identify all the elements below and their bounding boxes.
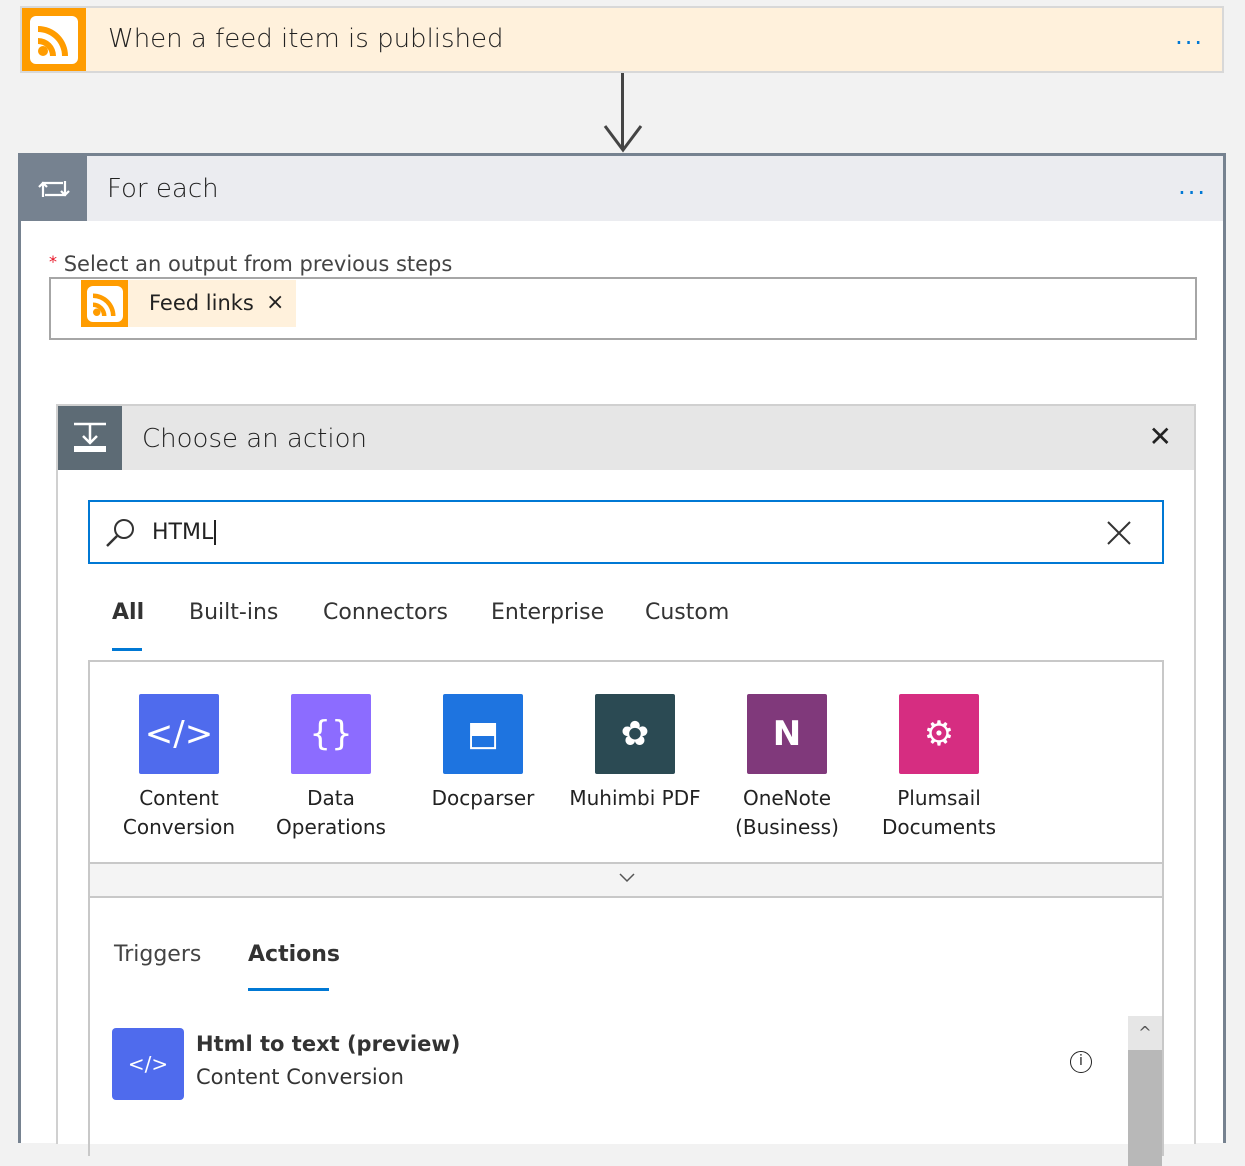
close-button[interactable]: ✕ — [1149, 420, 1172, 453]
foreach-title: For each — [107, 174, 219, 204]
token-remove-button[interactable]: × — [266, 290, 284, 315]
connector-label: OneNote — [742, 786, 832, 810]
connector-label: Plumsail — [897, 786, 981, 810]
connector-label: Documents — [881, 815, 997, 839]
results-area: Triggers Actions </> Html to text (previ… — [88, 896, 1164, 1166]
insert-step-icon — [58, 406, 122, 470]
action-item[interactable]: </> Html to text (preview) Content Conve… — [112, 1028, 1112, 1102]
tab-actions[interactable]: Actions — [248, 942, 340, 967]
rss-icon — [22, 8, 86, 71]
feed-links-token[interactable]: Feed links × — [81, 280, 296, 327]
connector-label: Muhimbi PDF — [569, 786, 701, 810]
connector-label: Conversion — [122, 815, 236, 839]
choose-action-panel: Choose an action ✕ HTML All Built-ins Co… — [56, 404, 1196, 1166]
scroll-up-icon[interactable]: ^ — [1128, 1016, 1162, 1050]
field-label: Select an output from previous steps — [63, 252, 453, 276]
tab-custom[interactable]: Custom — [645, 600, 729, 625]
required-marker: * — [49, 252, 57, 271]
rss-icon — [81, 280, 128, 327]
connector-label: Data — [307, 786, 355, 810]
search-input[interactable]: HTML — [88, 500, 1164, 564]
trigger-card[interactable]: When a feed item is published ... — [20, 6, 1224, 73]
token-label: Feed links — [149, 291, 254, 315]
search-icon — [106, 519, 134, 547]
content-conversion-icon: </> — [112, 1028, 184, 1100]
onenote-icon: N — [747, 694, 827, 774]
arrow-head-icon — [603, 125, 643, 153]
trigger-more-button[interactable]: ... — [1175, 22, 1204, 50]
connector-content-conversion[interactable]: </> Content Conversion — [103, 694, 255, 842]
tab-enterprise[interactable]: Enterprise — [491, 600, 604, 625]
action-subtitle: Content Conversion — [196, 1065, 404, 1089]
connector-data-operations[interactable]: {} Data Operations — [255, 694, 407, 842]
tab-all[interactable]: All — [112, 600, 144, 625]
connector-docparser[interactable]: ⬒ Docparser — [407, 694, 559, 813]
tab-built-ins[interactable]: Built-ins — [189, 600, 278, 625]
foreach-card: For each ... * Select an output from pre… — [18, 153, 1226, 1166]
trigger-title: When a feed item is published — [108, 24, 504, 54]
scrollbar[interactable]: ^ — [1128, 1016, 1162, 1166]
connector-label: Docparser — [431, 786, 535, 810]
output-field[interactable]: Feed links × — [49, 277, 1197, 340]
loop-icon — [21, 156, 87, 221]
action-title: Html to text (preview) — [196, 1032, 461, 1056]
connector-onenote[interactable]: N OneNote (Business) — [711, 694, 863, 842]
connector-grid: </> Content Conversion {} Data Operations ⬒ D… — [88, 660, 1164, 864]
expand-button[interactable] — [88, 862, 1164, 898]
subtab-active-indicator — [248, 988, 329, 991]
search-value: HTML — [152, 520, 217, 545]
plumsail-icon: ⚙ — [899, 694, 979, 774]
info-icon[interactable]: i — [1070, 1051, 1092, 1073]
data-operations-icon: {} — [291, 694, 371, 774]
content-conversion-icon: </> — [139, 694, 219, 774]
connector-label: (Business) — [735, 815, 839, 839]
connector-label: Operations — [276, 815, 386, 839]
choose-title: Choose an action — [142, 424, 367, 454]
muhimbi-icon: ✿ — [595, 694, 675, 774]
chevron-down-icon — [619, 873, 635, 883]
tab-active-indicator — [112, 648, 142, 651]
connector-plumsail[interactable]: ⚙ Plumsail Documents — [863, 694, 1015, 842]
choose-header: Choose an action ✕ — [58, 406, 1194, 470]
connector-label: Content — [139, 786, 219, 810]
foreach-header[interactable]: For each ... — [21, 156, 1223, 221]
connector-muhimbi-pdf[interactable]: ✿ Muhimbi PDF — [559, 694, 711, 813]
clear-search-icon[interactable] — [1106, 520, 1132, 546]
foreach-more-button[interactable]: ... — [1178, 172, 1207, 200]
tab-connectors[interactable]: Connectors — [323, 600, 448, 625]
docparser-icon: ⬒ — [443, 694, 523, 774]
tab-triggers[interactable]: Triggers — [114, 942, 201, 967]
